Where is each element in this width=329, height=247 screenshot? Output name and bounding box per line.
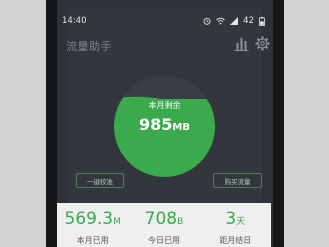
calibrate-button[interactable]: 一键校准 — [76, 173, 124, 188]
gear-icon — [254, 36, 271, 56]
days-to-billing-caption: 距月结日 — [219, 236, 252, 245]
signal-icon — [230, 17, 239, 25]
bar-chart-icon — [233, 37, 250, 56]
wifi-icon — [216, 17, 225, 25]
settings-button[interactable] — [254, 35, 271, 52]
remaining-amount: 985 — [139, 115, 173, 134]
daily-used-value: 708 — [144, 209, 178, 229]
remaining-value: 985MB — [114, 115, 215, 134]
monthly-used-caption: 本月已用 — [76, 236, 109, 245]
days-to-billing-stat[interactable]: 3天 距月结日 — [200, 203, 271, 247]
usage-stats-panel: 569.3M 本月已用 708B 今日已用 3天 距月结日 — [57, 203, 271, 247]
remaining-label: 本月剩余 — [148, 101, 181, 110]
monthly-used-stat[interactable]: 569.3M 本月已用 — [57, 203, 128, 247]
status-time: 14:40 — [62, 16, 87, 26]
monthly-used-value: 569.3 — [64, 209, 114, 229]
daily-used-stat[interactable]: 708B 今日已用 — [128, 203, 199, 247]
days-to-billing-unit: 天 — [236, 217, 246, 227]
statistics-button[interactable] — [233, 35, 250, 52]
monthly-used-unit: M — [113, 217, 121, 227]
days-to-billing-value: 3 — [225, 209, 237, 229]
app-title: 流量助手 — [66, 40, 112, 53]
daily-used-caption: 今日已用 — [147, 236, 180, 245]
remaining-unit: MB — [172, 122, 190, 133]
alarm-icon — [203, 17, 211, 25]
status-bar: 14:40 42 — [57, 13, 271, 29]
battery-icon — [259, 16, 265, 26]
daily-used-unit: B — [177, 217, 184, 227]
battery-level: 42 — [243, 16, 254, 26]
buy-data-button[interactable]: 购买流量 — [213, 173, 262, 188]
remaining-data-gauge[interactable]: 本月剩余 985MB — [114, 76, 215, 177]
